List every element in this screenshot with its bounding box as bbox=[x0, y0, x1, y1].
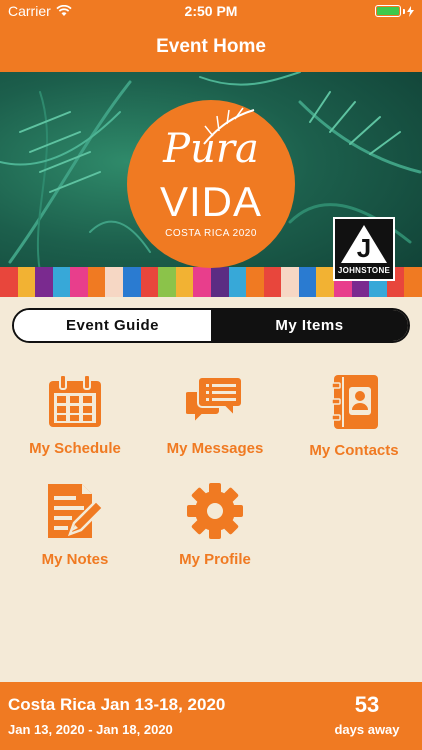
gear-icon bbox=[187, 483, 243, 539]
segmented-control: Event Guide My Items bbox=[12, 308, 410, 343]
event-dates: Jan 13, 2020 - Jan 18, 2020 bbox=[8, 722, 173, 737]
brand-mark-letter: J bbox=[356, 233, 372, 263]
tab-my-items[interactable]: My Items bbox=[211, 310, 408, 341]
tile-my-notes[interactable]: My Notes bbox=[5, 482, 145, 568]
tile-label: My Notes bbox=[41, 551, 109, 568]
countdown-unit: days away bbox=[334, 722, 400, 737]
tile-my-messages[interactable]: My Messages bbox=[145, 373, 285, 457]
tile-my-schedule[interactable]: My Schedule bbox=[5, 373, 145, 457]
charging-bolt-icon bbox=[407, 5, 414, 17]
tab-event-guide[interactable]: Event Guide bbox=[14, 310, 211, 341]
status-bar: Carrier 2:50 PM bbox=[0, 0, 422, 22]
status-time: 2:50 PM bbox=[184, 3, 238, 19]
tile-label: My Contacts bbox=[309, 442, 399, 459]
notes-icon bbox=[48, 484, 104, 538]
nav-bar: Event Home bbox=[0, 22, 422, 72]
countdown-value: 53 bbox=[354, 692, 380, 717]
page-title: Event Home bbox=[156, 36, 266, 57]
tile-label: My Profile bbox=[179, 551, 251, 568]
pura-vida-logo: Pura VIDA COSTA RICA 2020 bbox=[127, 100, 295, 268]
event-banner: Pura VIDA COSTA RICA 2020 J JOHNSTONE bbox=[0, 72, 422, 297]
event-footer[interactable]: Costa Rica Jan 13-18, 2020 Jan 13, 2020 … bbox=[0, 682, 422, 750]
battery-icon bbox=[375, 5, 414, 17]
tile-label: My Messages bbox=[166, 440, 264, 457]
tile-my-profile[interactable]: My Profile bbox=[145, 482, 285, 568]
logo-line-vida: VIDA bbox=[159, 178, 263, 225]
event-title: Costa Rica Jan 13-18, 2020 bbox=[8, 695, 226, 714]
address-book-icon bbox=[331, 375, 378, 429]
chat-bubbles-icon bbox=[186, 376, 243, 426]
logo-line-pura: Pura bbox=[163, 126, 259, 172]
countdown: 53 days away bbox=[332, 692, 402, 737]
tile-label: My Schedule bbox=[29, 440, 121, 457]
logo-line-location: COSTA RICA 2020 bbox=[165, 228, 257, 239]
calendar-icon bbox=[49, 374, 101, 427]
brand-name: JOHNSTONE bbox=[337, 266, 391, 275]
tile-my-contacts[interactable]: My Contacts bbox=[284, 373, 422, 459]
johnstone-logo: J JOHNSTONE bbox=[333, 217, 395, 281]
